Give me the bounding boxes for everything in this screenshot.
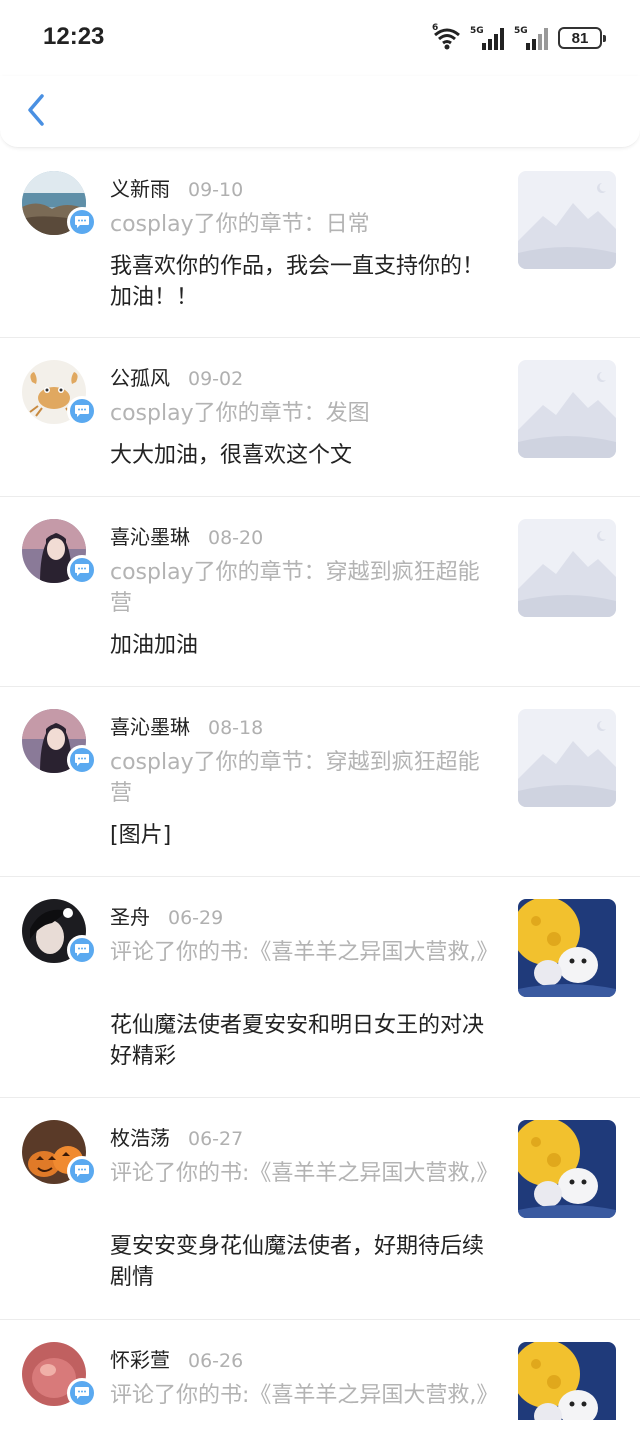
cellular-signal-icon-1: 5G <box>470 25 506 51</box>
comment-badge-icon <box>67 1378 97 1408</box>
comment-text: 花仙魔法使者夏安安和明日女王的对决好精彩 <box>110 1013 485 1069</box>
date: 06-27 <box>188 1128 244 1150</box>
action-text: 评论了你的书:《喜羊羊之异国大营救,》 <box>110 1161 499 1186</box>
cellular-signal-icon-2: 5G <box>514 25 550 51</box>
comment-badge-icon <box>67 207 97 237</box>
user-name[interactable]: 怀彩萱 <box>110 1344 170 1373</box>
list-item[interactable]: 公孤风 09-02 cosplay了你的章节：发图 大大加油，很喜欢这个文 <box>0 338 640 497</box>
chevron-left-icon <box>26 93 46 131</box>
action-text: 评论了你的书:《喜羊羊之异国大营救,》 <box>110 940 499 965</box>
action-text: cosplay了你的章节：穿越到疯狂超能营 <box>110 750 480 806</box>
list-item[interactable]: 喜沁墨琳 08-18 cosplay了你的章节：穿越到疯狂超能营 [图片] <box>0 687 640 877</box>
battery-indicator: 81 <box>558 27 606 49</box>
status-time: 12:23 <box>43 23 105 50</box>
user-name[interactable]: 公孤风 <box>110 362 170 391</box>
comment-badge-icon <box>67 396 97 426</box>
date: 09-02 <box>188 368 244 390</box>
wifi-icon: 6 <box>432 23 462 51</box>
status-icons: 6 5G 5G 81 <box>432 22 606 54</box>
list-item[interactable]: 喜沁墨琳 08-20 cosplay了你的章节：穿越到疯狂超能营 加油加油 <box>0 497 640 687</box>
list-item[interactable]: 义新雨 09-10 cosplay了你的章节：日常 我喜欢你的作品，我会一直支持… <box>0 149 640 338</box>
list-item[interactable]: 圣舟 06-29 评论了你的书:《喜羊羊之异国大营救,》 花仙魔法使者夏安安和明… <box>0 877 640 1098</box>
chapter-thumbnail[interactable] <box>518 360 616 458</box>
date: 08-20 <box>208 527 264 549</box>
comment-badge-icon <box>67 555 97 585</box>
action-text: cosplay了你的章节：日常 <box>110 212 370 237</box>
comment-text: [图片] <box>110 823 172 848</box>
action-text: cosplay了你的章节：发图 <box>110 401 370 426</box>
chapter-thumbnail[interactable] <box>518 171 616 269</box>
user-name[interactable]: 喜沁墨琳 <box>110 711 190 740</box>
user-name[interactable]: 义新雨 <box>110 173 170 202</box>
book-cover-thumbnail[interactable] <box>518 1342 616 1420</box>
user-name[interactable]: 枚浩荡 <box>110 1122 170 1151</box>
book-cover-thumbnail[interactable] <box>518 1120 616 1218</box>
date: 06-26 <box>188 1350 244 1372</box>
header <box>0 76 640 148</box>
book-cover-thumbnail[interactable] <box>518 899 616 997</box>
user-name[interactable]: 喜沁墨琳 <box>110 521 190 550</box>
date: 06-29 <box>168 907 224 929</box>
action-text: cosplay了你的章节：穿越到疯狂超能营 <box>110 560 480 616</box>
list-item[interactable]: 枚浩荡 06-27 评论了你的书:《喜羊羊之异国大营救,》 夏安安变身花仙魔法使… <box>0 1098 640 1320</box>
user-name[interactable]: 圣舟 <box>110 901 150 930</box>
comment-badge-icon <box>67 1156 97 1186</box>
comment-text: 加油加油 <box>110 633 199 658</box>
date: 09-10 <box>188 179 244 201</box>
chapter-thumbnail[interactable] <box>518 519 616 617</box>
list-item[interactable]: 怀彩萱 06-26 评论了你的书:《喜羊羊之异国大营救,》 <box>0 1320 640 1430</box>
comment-badge-icon <box>67 745 97 775</box>
notification-list: 义新雨 09-10 cosplay了你的章节：日常 我喜欢你的作品，我会一直支持… <box>0 149 640 1430</box>
comment-badge-icon <box>67 935 97 965</box>
comment-text: 夏安安变身花仙魔法使者，好期待后续剧情 <box>110 1234 485 1290</box>
comment-text: 我喜欢你的作品，我会一直支持你的！加油！！ <box>110 254 485 310</box>
comment-text: 大大加油，很喜欢这个文 <box>110 443 353 468</box>
date: 08-18 <box>208 717 264 739</box>
chapter-thumbnail[interactable] <box>518 709 616 807</box>
back-button[interactable] <box>20 92 52 132</box>
status-bar: 12:23 6 5G 5G 81 <box>0 0 640 76</box>
